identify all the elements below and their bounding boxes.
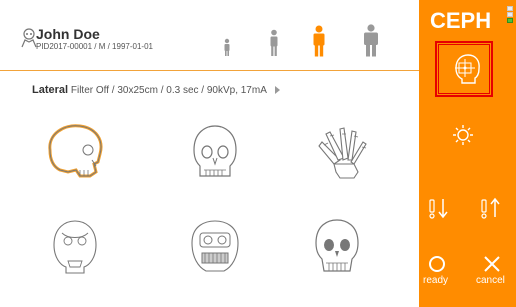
patient-info: PID2017-00001 / M / 1997-01-01 [36,42,153,51]
status-led-3 [507,18,513,23]
age-child-icon[interactable] [268,29,280,57]
mode-details: Filter Off / 30x25cm / 0.3 sec / 90kVp, … [70,85,267,96]
status-led-2 [507,12,513,17]
ready-button[interactable]: ready [422,255,452,291]
ready-label: ready [423,275,449,286]
projection-pa[interactable] [180,120,250,184]
waters-skull-icon [191,220,239,272]
projection-hand[interactable] [306,120,376,184]
mode-label: Lateral [32,84,69,96]
cancel-label: cancel [476,275,505,286]
main-area: John Doe PID2017-00001 / M / 1997-01-01 … [0,0,419,307]
ready-circle-icon [429,256,445,272]
mode-bar: Lateral Filter Off / 30x25cm / 0.3 sec /… [32,84,281,96]
expand-arrow-icon[interactable] [275,86,281,95]
status-led-1 [507,6,513,11]
column-up-icon[interactable] [480,196,502,220]
patient-name: John Doe [36,26,100,42]
header-divider [0,70,419,71]
age-child-small-icon[interactable] [222,38,232,58]
ceph-logo: CEPH [430,8,492,33]
ap-skull-icon [53,220,97,274]
age-adult-large-icon[interactable] [362,24,380,57]
age-adult-medium-icon[interactable] [311,25,327,57]
cancel-button[interactable]: cancel [474,255,510,291]
head-positioning-icon[interactable] [448,52,482,86]
projection-skull-ap[interactable] [302,215,372,279]
hand-xray-icon [318,127,367,179]
column-down-icon[interactable] [428,196,450,220]
lateral-skull-icon [48,124,103,178]
pa-skull-icon [193,125,237,177]
patient-header: John Doe PID2017-00001 / M / 1997-01-01 [0,0,419,70]
light-icon[interactable] [452,124,474,146]
cancel-x-icon [484,256,500,272]
projection-waters[interactable] [180,215,250,279]
status-leds [507,6,514,24]
projection-ap[interactable] [40,215,110,279]
projection-lateral[interactable] [40,120,110,184]
front-skull-icon [315,219,359,272]
